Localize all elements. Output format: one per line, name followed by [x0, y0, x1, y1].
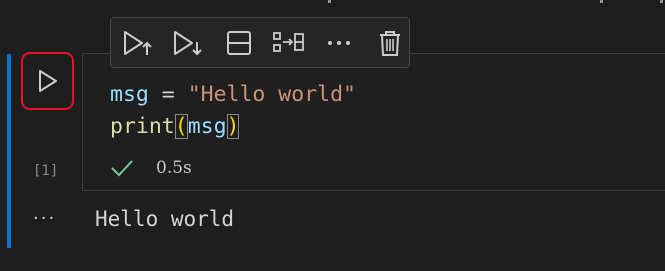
delete-cell-button[interactable] [371, 24, 409, 62]
more-actions-icon [328, 40, 351, 45]
execution-count: [1] [33, 163, 59, 179]
string-token: "Hello world" [187, 82, 356, 107]
cell-toolbar [110, 17, 410, 68]
code-line-2: print(msg) [110, 111, 356, 143]
execute-above-icon [124, 30, 152, 55]
more-actions-button[interactable] [320, 24, 358, 62]
top-edge-mark [660, 0, 663, 3]
run-cell-button[interactable] [21, 52, 74, 110]
execute-below-button[interactable] [169, 24, 207, 62]
code-line-1: msg = "Hello world" [110, 79, 356, 111]
bracket-close-token: ) [226, 114, 240, 139]
join-cells-button[interactable] [270, 24, 308, 62]
bracket-open-token: ( [174, 114, 188, 139]
execution-status: 0.5s [110, 158, 192, 178]
join-cells-icon [273, 31, 305, 52]
function-token: print [110, 114, 175, 139]
split-cell-icon [226, 30, 251, 55]
check-icon [111, 160, 133, 177]
execute-below-icon [174, 30, 203, 55]
variable-token: msg [110, 82, 149, 107]
code-content[interactable]: msg = "Hello world" print(msg) [110, 79, 356, 143]
execute-above-button[interactable] [119, 24, 157, 62]
top-edge [0, 0, 665, 6]
operator-token: = [148, 82, 188, 107]
execution-duration: 0.5s [156, 158, 192, 178]
top-edge-mark [600, 0, 603, 3]
top-edge-mark [328, 0, 331, 3]
argument-token: msg [187, 114, 227, 139]
play-icon [38, 70, 57, 92]
output-menu-button[interactable]: ··· [33, 208, 56, 229]
cell-output-text: Hello world [95, 207, 235, 231]
delete-icon [379, 30, 400, 56]
cell-focus-indicator [7, 54, 11, 248]
split-cell-button[interactable] [220, 24, 258, 62]
